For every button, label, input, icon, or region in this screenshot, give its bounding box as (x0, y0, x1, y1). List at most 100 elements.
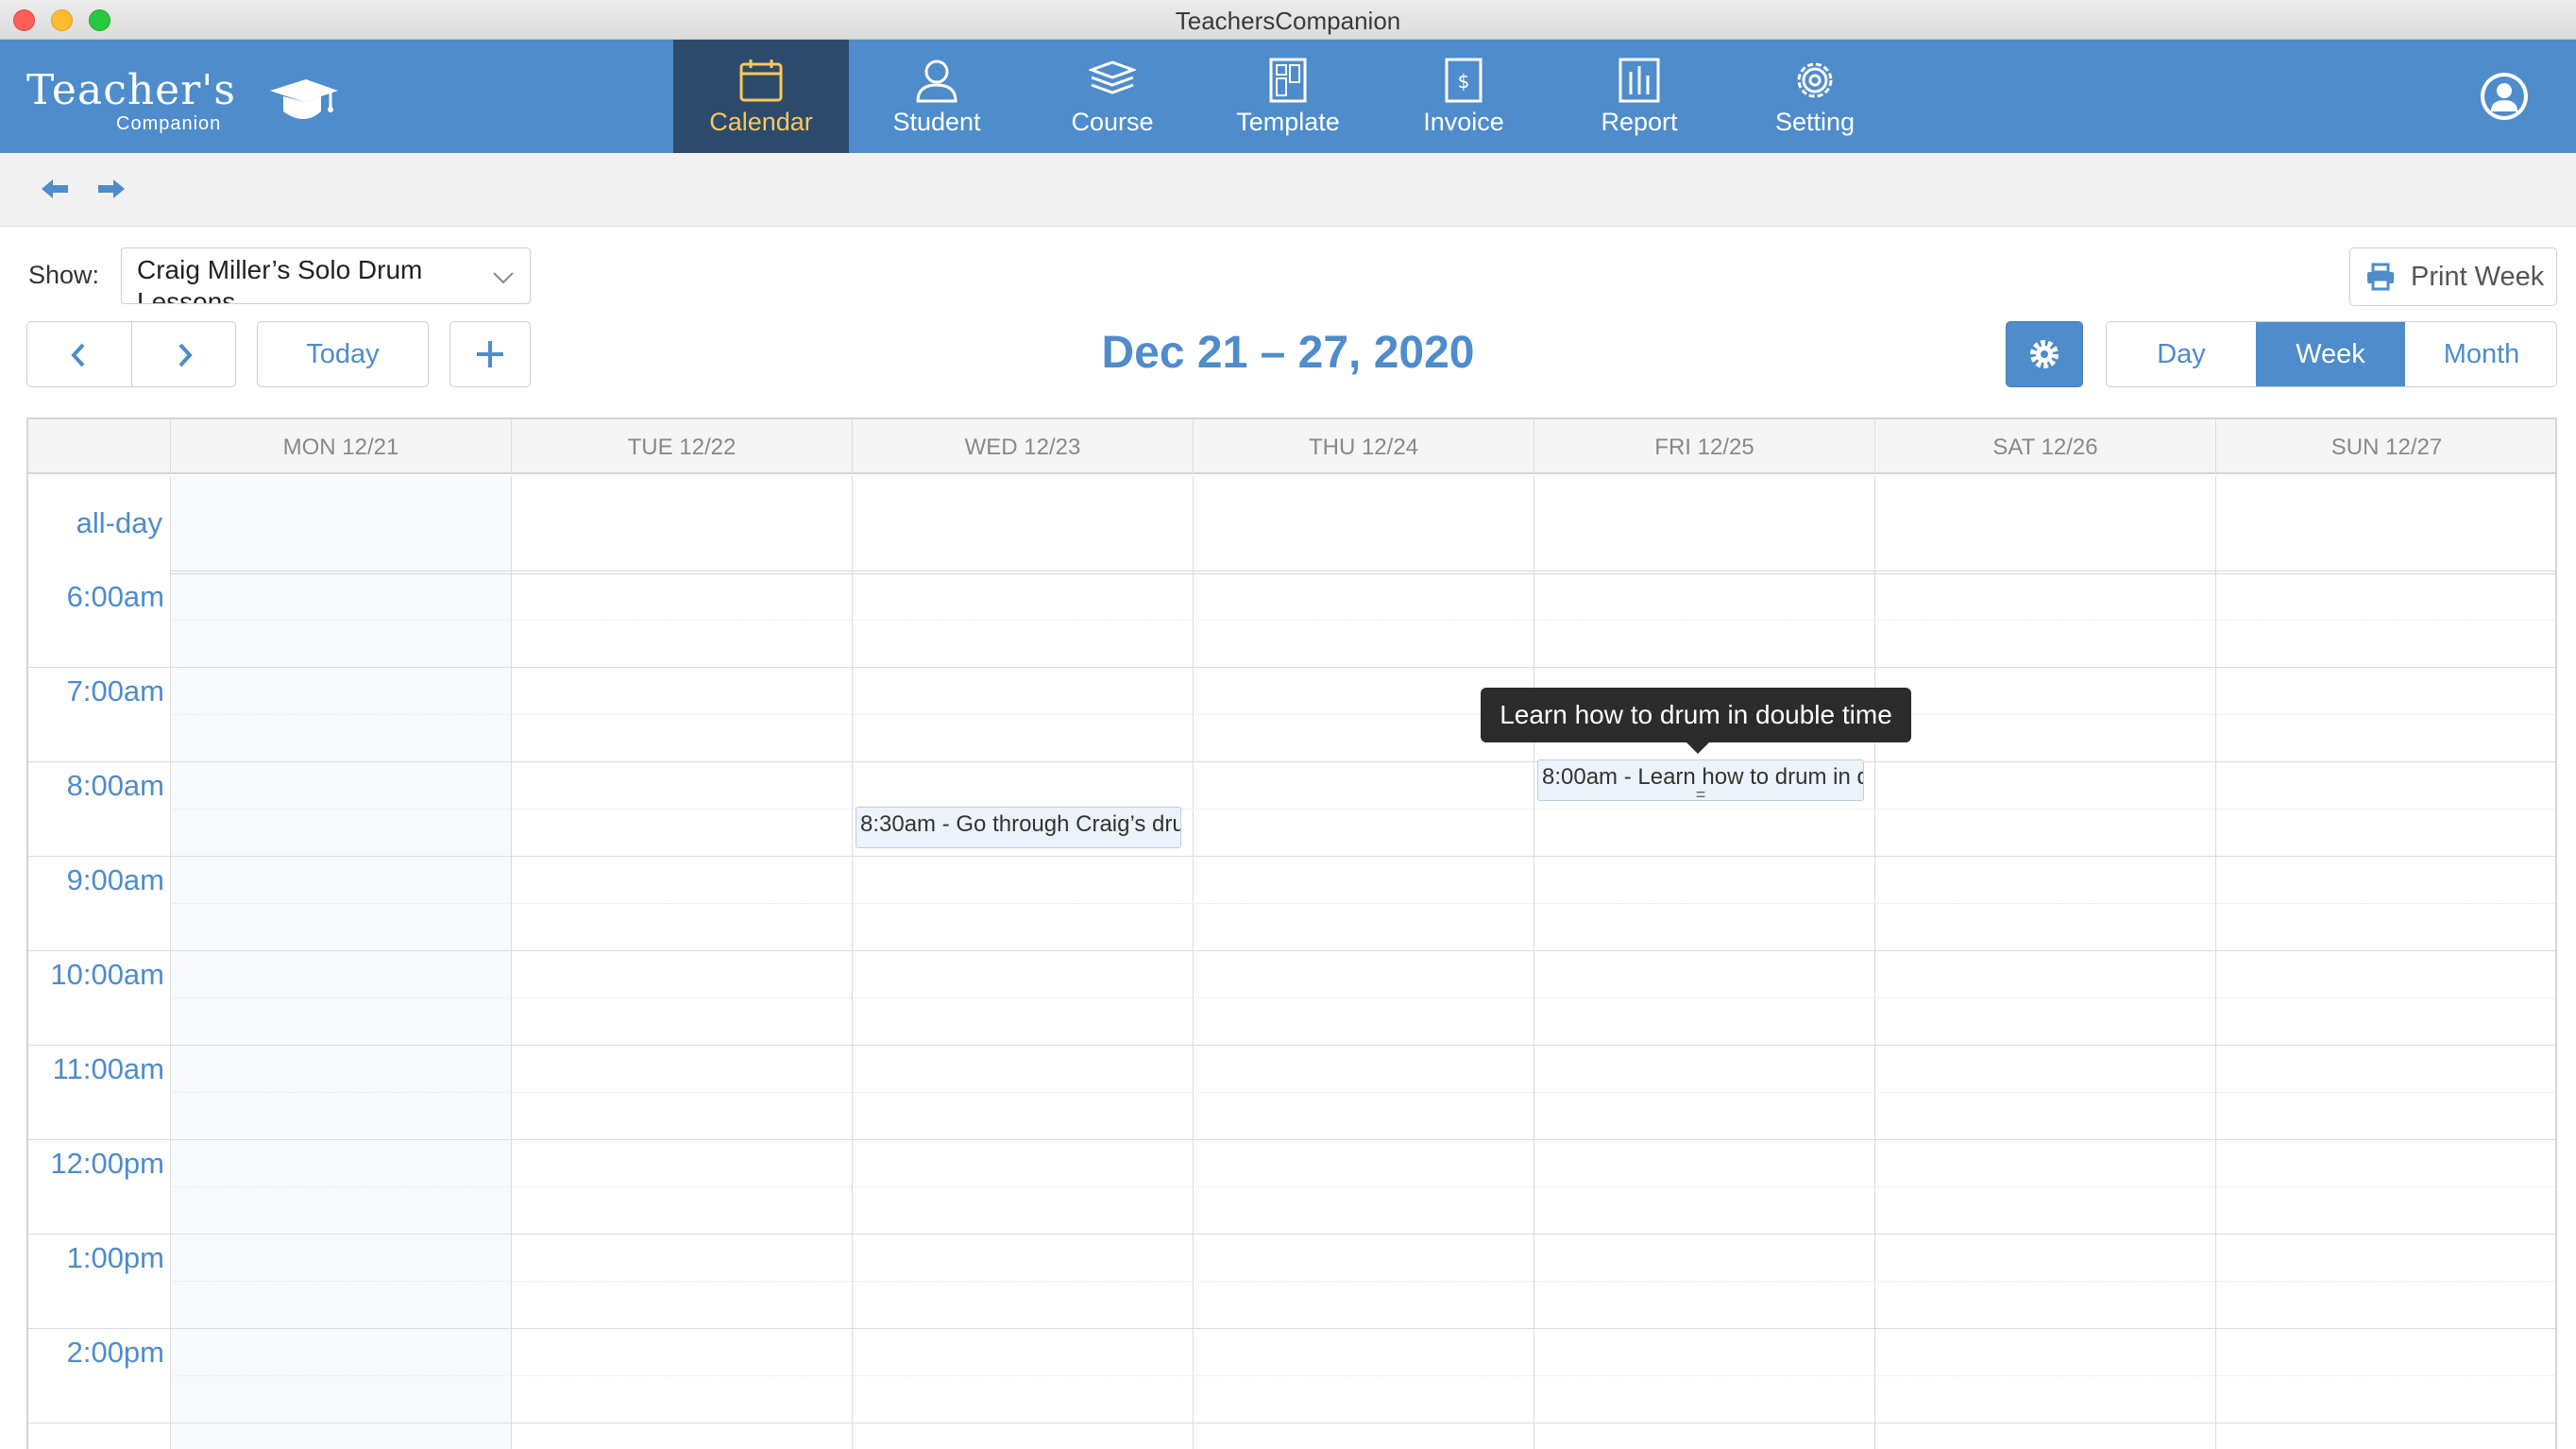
invoice-icon: $ (1445, 58, 1483, 103)
chevron-left-icon (71, 343, 85, 367)
hour-line (28, 1045, 2555, 1046)
week-calendar-grid: MON 12/21 TUE 12/22 WED 12/23 THU 12/24 … (26, 418, 2557, 1449)
nav-report[interactable]: Report (1551, 40, 1727, 153)
period-nav-group (26, 321, 236, 387)
nav-student-label: Student (892, 108, 981, 136)
day-header-thu: THU 12/24 (1193, 419, 1534, 474)
hour-line (28, 1234, 2555, 1235)
today-button[interactable]: Today (257, 321, 429, 387)
nav-template-label: Template (1236, 108, 1340, 136)
account-icon[interactable] (2478, 70, 2531, 123)
day-header-sun: SUN 12/27 (2215, 419, 2555, 474)
half-hour-line (170, 714, 2555, 715)
hour-label: 11:00am (52, 1052, 164, 1085)
top-nav: Teacher's Companion Calendar Student Cou… (0, 40, 2576, 153)
today-column-highlight (170, 476, 511, 1449)
hour-line (28, 761, 2555, 762)
prev-period-button[interactable] (27, 322, 131, 386)
user-icon (916, 60, 958, 103)
show-filter-select[interactable]: Craig Miller’s Solo Drum Lessons (121, 247, 531, 304)
day-header-sat: SAT 12/26 (1874, 419, 2215, 474)
next-period-button[interactable] (132, 322, 236, 386)
app-logo: Teacher's Companion (26, 66, 338, 134)
calendar-settings-button[interactable] (2006, 321, 2083, 387)
date-range-title: Dec 21 – 27, 2020 (1101, 328, 1475, 378)
gear-icon (2030, 340, 2059, 368)
hour-line (28, 856, 2555, 857)
nav-invoice-label: Invoice (1423, 108, 1504, 136)
hour-label: 12:00pm (50, 1147, 164, 1180)
window-titlebar: TeachersCompanion (0, 0, 2576, 40)
view-week-button[interactable]: Week (2256, 322, 2405, 386)
window-title: TeachersCompanion (1175, 7, 1401, 35)
nav-setting-label: Setting (1774, 108, 1856, 136)
plus-icon (477, 341, 503, 367)
hour-line (28, 1139, 2555, 1140)
bar-chart-icon (1618, 58, 1660, 103)
column-divider (1874, 476, 1875, 1449)
forward-arrow-icon[interactable] (94, 172, 128, 206)
half-hour-line (170, 1375, 2555, 1376)
day-header-mon: MON 12/21 (170, 419, 511, 474)
print-week-label: Print Week (2411, 262, 2545, 292)
nav-invoice[interactable]: $ Invoice (1376, 40, 1551, 153)
column-divider (1193, 476, 1194, 1449)
half-hour-line (170, 1092, 2555, 1093)
half-hour-line (170, 997, 2555, 998)
nav-calendar-label: Calendar (709, 108, 813, 136)
back-arrow-icon[interactable] (38, 172, 72, 206)
event-resize-handle[interactable]: = (1538, 786, 1863, 800)
event-tooltip: Learn how to drum in double time (1481, 688, 1911, 742)
calendar-icon (739, 60, 783, 102)
printer-icon (2367, 263, 2394, 291)
history-toolbar (0, 153, 2576, 227)
all-day-row[interactable] (170, 476, 2555, 574)
half-hour-line (170, 620, 2555, 621)
half-hour-line (170, 903, 2555, 904)
column-divider (2215, 476, 2216, 1449)
chevron-right-icon (178, 343, 193, 367)
add-event-button[interactable] (449, 321, 531, 387)
nav-calendar[interactable]: Calendar (673, 40, 849, 153)
hour-line (28, 667, 2555, 668)
tooltip-arrow (1686, 742, 1709, 754)
column-divider (511, 476, 512, 1449)
event-fri-800am[interactable]: 8:00am - Learn how to drum in double tim… (1537, 759, 1864, 801)
half-hour-line (170, 1281, 2555, 1282)
column-divider (852, 476, 853, 1449)
hour-line (28, 950, 2555, 951)
graduation-cap-icon (270, 79, 338, 119)
all-day-label: all-day (76, 506, 162, 539)
show-filter-label: Show: (28, 261, 100, 289)
gear-icon (1797, 62, 1833, 98)
hour-line (28, 1328, 2555, 1329)
logo-title: Teacher's (26, 66, 236, 114)
hour-label: 9:00am (66, 863, 164, 896)
half-hour-line (170, 809, 2555, 810)
logo-subtitle: Companion (116, 113, 222, 134)
nav-student[interactable]: Student (849, 40, 1025, 153)
event-wed-830am[interactable]: 8:30am - Go through Craig’s drum (856, 807, 1181, 848)
hour-label: 2:00pm (66, 1336, 164, 1369)
day-header-fri: FRI 12/25 (1534, 419, 1874, 474)
column-divider (170, 476, 171, 1449)
nav-course[interactable]: Course (1025, 40, 1200, 153)
chevron-down-icon (493, 272, 514, 284)
day-header-tue: TUE 12/22 (511, 419, 852, 474)
show-filter-value: Craig Miller’s Solo Drum Lessons (137, 255, 423, 304)
view-switcher: Day Week Month (2106, 321, 2557, 387)
hour-label: 1:00pm (66, 1241, 164, 1274)
nav-course-label: Course (1071, 108, 1154, 136)
books-icon (1089, 60, 1136, 94)
view-day-button[interactable]: Day (2107, 322, 2256, 386)
hour-label: 6:00am (66, 580, 164, 613)
svg-text:$: $ (1458, 70, 1470, 93)
print-week-button[interactable]: Print Week (2349, 247, 2557, 306)
nav-template[interactable]: Template (1200, 40, 1376, 153)
view-month-button[interactable]: Month (2405, 322, 2556, 386)
hour-label: 10:00am (50, 958, 164, 991)
hour-label: 7:00am (66, 674, 164, 707)
nav-setting[interactable]: Setting (1727, 40, 1903, 153)
template-icon (1269, 58, 1307, 103)
half-hour-line (170, 1186, 2555, 1187)
